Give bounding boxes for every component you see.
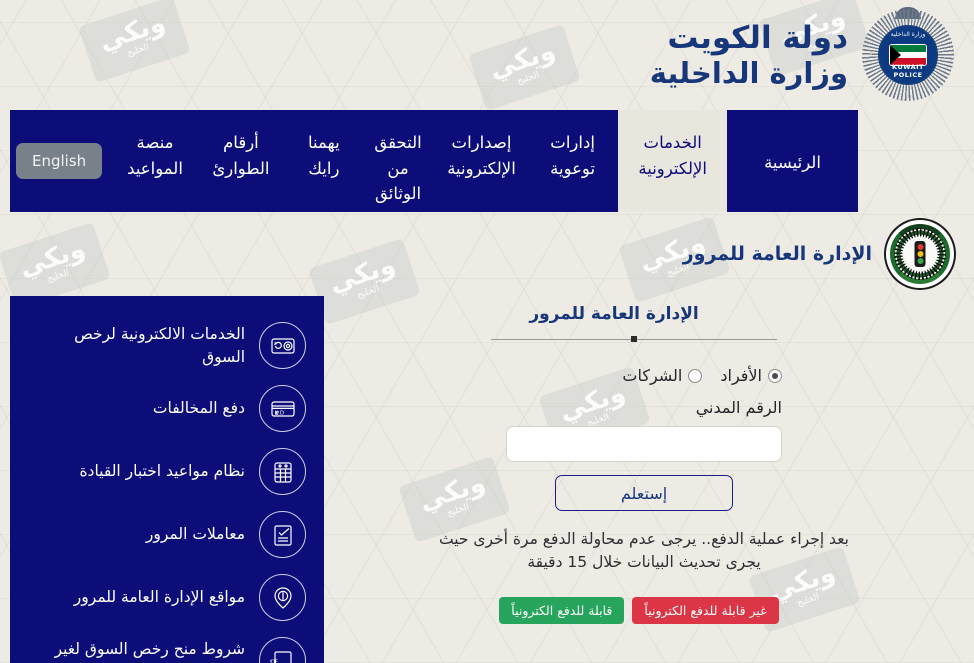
page-content: الإدارة العامة للمرور الأفراد الشركات ال… [0, 296, 974, 663]
traffic-department-logo-icon [884, 218, 956, 290]
traffic-light-icon [914, 241, 926, 267]
header-titles: دولة الكويت وزارة الداخلية [650, 20, 848, 91]
department-title: الإدارة العامة للمرور [682, 243, 872, 265]
main-navigation[interactable]: الرئيسية الخدمات الإلكترونية إدارات توعو… [10, 110, 964, 212]
status-badge-payable: قابلة للدفع الكترونياً [499, 596, 625, 624]
nav-item-verify-documents[interactable]: التحقق من الوثائق [360, 110, 436, 212]
map-pin-icon [259, 574, 306, 621]
sidebar-item-driving-test-appointments[interactable]: نظام مواعيد اختبار القيادة [28, 448, 306, 495]
sidebar-item-label: نظام مواعيد اختبار القيادة [79, 462, 245, 481]
nav-item-emergency-numbers[interactable]: أرقام الطوارئ [194, 110, 288, 212]
english-language-button[interactable]: English [16, 143, 103, 179]
payment-card-kd-icon: K.D [259, 385, 306, 432]
pdf-document-icon: PDF [259, 637, 306, 663]
radio-individuals-indicator[interactable] [768, 368, 782, 383]
sidebar-item-label: معاملات المرور [145, 525, 245, 544]
sidebar-item-license-eservices[interactable]: الخدمات الالكترونية لرخص السوق [28, 322, 306, 369]
crest-top-text: وزارة الداخلية [890, 31, 926, 38]
payment-status-legend: غير قابلة للدفع الكترونياً قابلة للدفع ا… [499, 596, 779, 624]
panel-divider [491, 332, 777, 348]
nav-item-home[interactable]: الرئيسية [727, 110, 858, 212]
svg-text:PDF: PDF [270, 659, 278, 663]
ministry-title: وزارة الداخلية [649, 56, 848, 91]
document-check-icon [259, 511, 306, 558]
svg-text:K.D: K.D [274, 410, 283, 416]
inquiry-form-panel: الإدارة العامة للمرور الأفراد الشركات ال… [324, 296, 974, 663]
license-card-icon [259, 322, 306, 369]
nav-item-home-label: الرئيسية [764, 153, 821, 172]
country-title: دولة الكويت [667, 19, 848, 56]
language-switcher[interactable]: English [10, 110, 116, 212]
traffic-light-green [917, 258, 923, 265]
traffic-light-red [917, 243, 923, 250]
flag-stripe-white [890, 51, 926, 59]
divider-dot [631, 336, 637, 342]
sidebar-item-label: مواقع الإدارة العامة للمرور [73, 588, 245, 607]
applicant-type-radio-group[interactable]: الأفراد الشركات [506, 366, 782, 385]
radio-option-companies[interactable]: الشركات [622, 366, 703, 385]
sidebar-item-pay-violations[interactable]: K.D دفع المخالفات [28, 385, 306, 432]
kuwait-flag-icon [890, 45, 926, 65]
nav-item-e-publications[interactable]: إصدارات الإلكترونية [436, 110, 527, 212]
radio-individuals-label: الأفراد [720, 366, 762, 385]
flag-stripe-green [890, 45, 926, 52]
nav-item-appointments-platform[interactable]: منصة المواعيد [116, 110, 194, 212]
radio-companies-indicator[interactable] [688, 368, 703, 383]
traffic-light-yellow [917, 250, 923, 257]
crest-inner-ring: وزارة الداخلية KUWAIT POLICE [878, 25, 938, 85]
sidebar-item-traffic-locations[interactable]: مواقع الإدارة العامة للمرور [28, 574, 306, 621]
kuwait-police-crest-icon: وزارة الداخلية KUWAIT POLICE [862, 7, 954, 101]
nav-item-e-services[interactable]: الخدمات الإلكترونية [618, 110, 727, 212]
radio-companies-label: الشركات [622, 366, 683, 385]
payment-notice-text: بعد إجراء عملية الدفع.. يرجى عدم محاولة … [439, 530, 849, 572]
civil-id-input[interactable] [506, 426, 782, 462]
nav-item-awareness-departments[interactable]: إدارات توعوية [527, 110, 619, 212]
radio-option-individuals[interactable]: الأفراد [720, 366, 782, 385]
sidebar-item-label: الخدمات الالكترونية لرخص السوق [74, 325, 245, 366]
sidebar-item-license-conditions-noncitizens[interactable]: PDF شروط منح رخص السوق لغير الكويتيين [28, 637, 306, 663]
sidebar-item-traffic-transactions[interactable]: معاملات المرور [28, 511, 306, 558]
nav-item-your-opinion[interactable]: يهمنا رايك [288, 110, 360, 212]
calendar-icon [259, 448, 306, 495]
sidebar-item-label: دفع المخالفات [152, 399, 245, 418]
status-badge-not-payable: غير قابلة للدفع الكترونياً [632, 596, 779, 624]
sidebar-item-label: شروط منح رخص السوق لغير الكويتيين [54, 640, 245, 663]
inquiry-submit-button[interactable]: إستعلم [555, 475, 733, 511]
civil-id-label: الرقم المدني [695, 398, 782, 417]
nav-items-group: الخدمات الإلكترونية إدارات توعوية إصدارا… [10, 110, 727, 212]
services-sidebar: الخدمات الالكترونية لرخص السوق K.D دفع ا… [10, 296, 324, 663]
department-bar: الإدارة العامة للمرور [0, 212, 974, 296]
form-panel-title: الإدارة العامة للمرور [529, 304, 699, 324]
site-header: وزارة الداخلية KUWAIT POLICE دولة الكويت… [0, 0, 974, 110]
crest-bottom-text: KUWAIT POLICE [892, 63, 924, 79]
